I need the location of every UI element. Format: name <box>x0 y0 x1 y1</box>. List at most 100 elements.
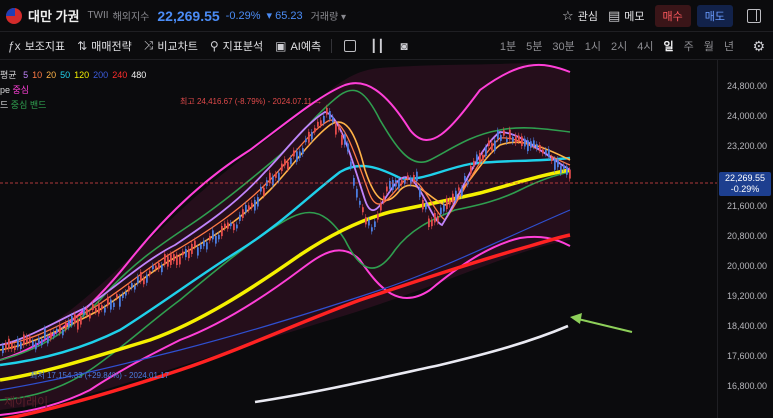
price-axis[interactable]: 16,800.00 17,600.00 18,400.00 19,200.00 20,0… <box>717 60 773 418</box>
ai-predict-button[interactable]: ▣ AI예측 <box>275 38 321 54</box>
candle-body <box>53 332 55 337</box>
timeframe-option[interactable]: 1시 <box>585 38 601 54</box>
candle-body <box>479 153 481 162</box>
candle-body <box>320 120 322 126</box>
candle-body <box>425 203 427 210</box>
candle-body <box>236 224 238 229</box>
band-legend-row[interactable]: 드 중심 밴드 <box>0 98 146 113</box>
compare-label: 비교차트 <box>157 40 198 53</box>
timeframe-option[interactable]: 2시 <box>611 38 627 54</box>
timeframe-option[interactable]: 주 <box>684 38 694 54</box>
analysis-icon: ⚲ <box>209 38 219 53</box>
candle-body <box>413 174 415 182</box>
band-center-legend-row[interactable]: pe 중심 <box>0 83 146 98</box>
header-actions: ☆ 관심 ▤ 메모 매수 매도 <box>562 0 773 32</box>
candle-body <box>218 234 220 240</box>
price-chart[interactable]: 최고 24,416.67 (-8.79%) - 2024.07.11 → 최저 … <box>0 60 773 418</box>
candle-body <box>470 166 472 174</box>
candle-body <box>401 180 403 185</box>
strategy-button[interactable]: ⇅ 매매전략 <box>77 38 132 54</box>
timeframe-selector: 1분 5분 30분 1시 2시 4시 일 주 월 년 <box>495 32 739 60</box>
candle-body <box>284 159 286 166</box>
symbol-name[interactable]: 대만 가권 <box>28 6 79 25</box>
sell-button[interactable]: 매도 <box>696 5 733 27</box>
candle-body <box>302 148 304 154</box>
candle-body <box>44 328 46 339</box>
buy-button[interactable]: 매수 <box>654 5 691 27</box>
indicator-legend[interactable]: 평균 5 10 20 50 120 200 240 480 pe 중심 드 중심 밴드 <box>0 68 146 113</box>
candle-body <box>221 225 223 237</box>
legend-row3-label: 중심 밴드 <box>10 100 47 110</box>
current-change-tag-value: -0.29% <box>730 184 760 194</box>
candle-body <box>326 107 328 115</box>
candle-body <box>89 313 91 319</box>
screenshot-button[interactable]: ◙ <box>401 39 412 53</box>
candle-body <box>203 240 205 247</box>
analysis-label: 지표분석 <box>222 40 264 53</box>
candle-body <box>377 214 379 220</box>
timeframe-option[interactable]: 년 <box>724 38 734 54</box>
memo-label: 메모 <box>624 11 645 23</box>
timeframe-option[interactable]: 4시 <box>637 38 653 54</box>
chart-canvas[interactable]: 최고 24,416.67 (-8.79%) - 2024.07.11 → 최저 … <box>0 60 773 418</box>
gear-icon[interactable]: ⚙ <box>752 38 765 55</box>
candle-body <box>539 144 541 151</box>
candle-body <box>107 296 109 306</box>
candle-body <box>488 140 490 147</box>
candle-body <box>206 242 208 250</box>
compare-button[interactable]: ⤨ 비교차트 <box>144 38 198 54</box>
candle-body <box>458 187 460 191</box>
star-icon: ☆ <box>562 8 574 23</box>
side-panel-icon[interactable] <box>747 9 761 23</box>
candle-body <box>323 115 325 123</box>
timeframe-option[interactable]: 월 <box>704 38 714 54</box>
candle-body <box>50 332 52 339</box>
candle-body <box>548 149 550 157</box>
candle-body <box>314 127 316 133</box>
candle-body <box>92 304 94 311</box>
candle-body <box>245 204 247 213</box>
candle-body <box>380 203 382 211</box>
candle-body <box>152 265 154 270</box>
candle-body <box>239 214 241 221</box>
candle-type-button[interactable]: ┃┃ <box>370 39 388 53</box>
symbol-type: 해외지수 <box>112 12 150 23</box>
layout-square-icon[interactable] <box>344 39 357 52</box>
candle-body <box>47 336 49 344</box>
analysis-button[interactable]: ⚲ 지표분석 <box>210 38 263 54</box>
candle-body <box>434 213 436 223</box>
candle-body <box>386 186 388 192</box>
candle-body <box>17 338 19 348</box>
current-price-tag: 22,269.55 -0.29% <box>719 172 771 196</box>
chevron-down-icon: ▾ <box>341 12 347 23</box>
ma-legend-period: 20 <box>46 70 57 80</box>
candle-body <box>212 230 214 240</box>
candlestick-icon: ┃┃ <box>370 38 385 53</box>
candle-body <box>362 207 364 213</box>
candle-body <box>35 342 37 350</box>
candle-body <box>254 199 256 211</box>
timeframe-option[interactable]: 1분 <box>500 38 516 54</box>
memo-button[interactable]: ▤ 메모 <box>608 8 645 24</box>
candle-body <box>101 305 103 310</box>
indicator-button[interactable]: ƒx 보조지표 <box>8 38 65 54</box>
candle-body <box>536 144 538 149</box>
candle-body <box>503 130 505 136</box>
arrow-shaft <box>577 318 633 333</box>
watchlist-button[interactable]: ☆ 관심 <box>562 8 598 24</box>
timeframe-option[interactable]: 5분 <box>526 38 542 54</box>
candle-body <box>230 222 232 227</box>
candle-body <box>173 254 175 262</box>
volume-dropdown[interactable]: 거래량 ▾ <box>311 8 346 23</box>
candle-body <box>311 132 313 140</box>
candle-body <box>263 187 265 196</box>
ma-legend-row[interactable]: 평균 5 10 20 50 120 200 240 480 <box>0 68 146 83</box>
symbol-code: TWII <box>87 10 109 21</box>
timeframe-option[interactable]: 일 <box>664 38 674 54</box>
ma-legend-period: 10 <box>32 70 43 80</box>
change-percent: -0.29% <box>225 9 261 22</box>
price-axis-tick: 17,600.00 <box>726 351 767 361</box>
candle-body <box>167 256 169 267</box>
candle-body <box>137 276 139 284</box>
timeframe-option[interactable]: 30분 <box>552 38 574 54</box>
